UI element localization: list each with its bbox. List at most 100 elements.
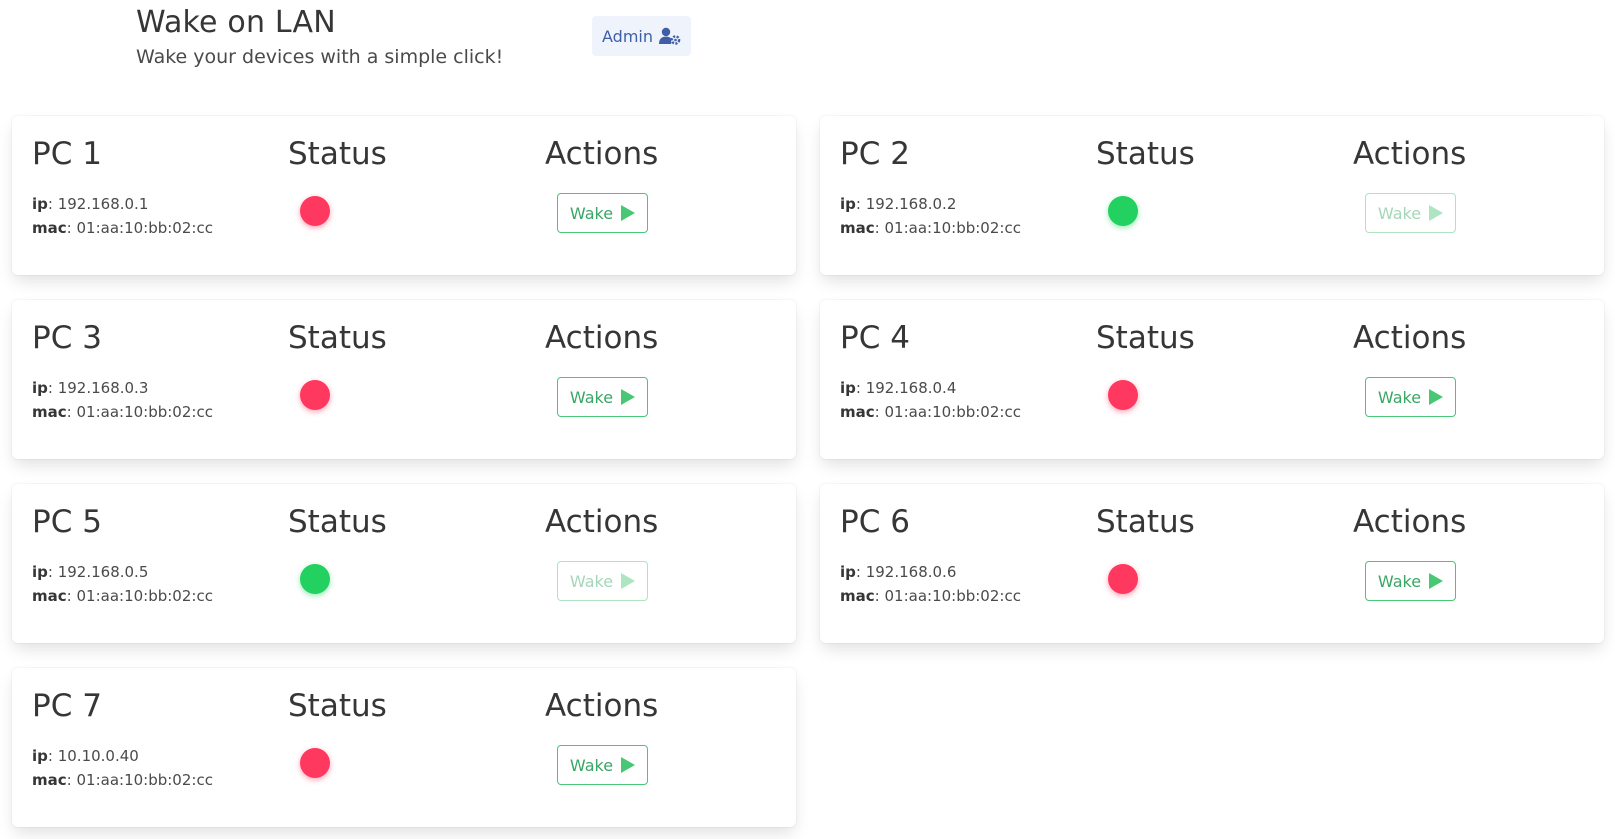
wake-button-label: Wake [569,203,614,223]
device-details: ip: 192.168.0.6 mac: 01:aa:10:bb:02:cc [840,560,1021,608]
ip-value: 192.168.0.2 [865,195,957,213]
wake-button[interactable]: Wake [1365,561,1456,601]
ip-key: ip [32,563,48,581]
status-heading: Status [288,320,387,356]
play-icon [621,389,636,405]
actions-heading: Actions [1353,320,1467,356]
device-details: ip: 192.168.0.2 mac: 01:aa:10:bb:02:cc [840,192,1021,240]
mac-value: 01:aa:10:bb:02:cc [884,219,1021,237]
actions-column: Actions Wake [1353,318,1466,417]
status-heading: Status [1096,136,1195,172]
status-indicator-offline [1108,380,1138,410]
wake-button-label: Wake [569,571,614,591]
wake-button[interactable]: Wake [557,377,648,417]
device-name: PC 5 [32,504,102,540]
device-ip: ip: 192.168.0.1 [32,195,149,213]
ip-value: 10.10.0.40 [57,747,139,765]
ip-value: 192.168.0.6 [865,563,957,581]
device-card-5: PC 5 ip: 192.168.0.5 mac: 01:aa:10:bb:02… [12,484,796,643]
wake-button: Wake [557,561,648,601]
play-icon [621,757,636,773]
wake-button-label: Wake [569,387,614,407]
device-details: ip: 10.10.0.40 mac: 01:aa:10:bb:02:cc [32,744,213,792]
device-ip: ip: 192.168.0.3 [32,379,149,397]
ip-value: 192.168.0.4 [865,379,957,397]
mac-key: mac [840,219,875,237]
status-heading: Status [1096,320,1195,356]
device-details: ip: 192.168.0.3 mac: 01:aa:10:bb:02:cc [32,376,213,424]
actions-column: Actions Wake [545,134,658,233]
mac-key: mac [32,219,67,237]
device-mac: mac: 01:aa:10:bb:02:cc [840,587,1021,605]
status-indicator-offline [300,196,330,226]
ip-value: 192.168.0.5 [57,563,149,581]
device-card-7: PC 7 ip: 10.10.0.40 mac: 01:aa:10:bb:02:… [12,668,796,827]
wake-button-label: Wake [1377,387,1422,407]
ip-key: ip [32,747,48,765]
device-card-2: PC 2 ip: 192.168.0.2 mac: 01:aa:10:bb:02… [820,116,1604,275]
admin-button[interactable]: Admin [592,16,691,56]
wake-button[interactable]: Wake [1365,377,1456,417]
status-indicator-offline [300,748,330,778]
mac-key: mac [840,587,875,605]
play-icon [621,573,636,589]
wake-button[interactable]: Wake [557,745,648,785]
status-heading: Status [288,504,387,540]
device-info-column: PC 2 ip: 192.168.0.2 mac: 01:aa:10:bb:02… [840,134,1021,240]
status-heading: Status [288,688,387,724]
actions-heading: Actions [545,504,659,540]
status-column: Status [288,686,387,778]
status-indicator-offline [300,380,330,410]
user-cog-icon [659,27,681,45]
page-subtitle: Wake your devices with a simple click! [136,46,504,68]
actions-column: Actions Wake [545,686,658,785]
mac-value: 01:aa:10:bb:02:cc [76,771,213,789]
actions-heading: Actions [1353,136,1467,172]
play-icon [1429,205,1444,221]
ip-value: 192.168.0.1 [57,195,149,213]
device-ip: ip: 192.168.0.4 [840,379,957,397]
page-header: Wake on LAN Wake your devices with a sim… [136,4,503,70]
play-icon [621,205,636,221]
device-card-6: PC 6 ip: 192.168.0.6 mac: 01:aa:10:bb:02… [820,484,1604,643]
actions-column: Actions Wake [1353,134,1466,233]
status-column: Status [288,318,387,410]
wake-button: Wake [1365,193,1456,233]
wake-button-label: Wake [1377,203,1422,223]
status-indicator-online [300,564,330,594]
mac-value: 01:aa:10:bb:02:cc [884,403,1021,421]
status-heading: Status [1096,504,1195,540]
device-name: PC 2 [840,136,910,172]
device-card-4: PC 4 ip: 192.168.0.4 mac: 01:aa:10:bb:02… [820,300,1604,459]
mac-key: mac [32,587,67,605]
device-details: ip: 192.168.0.1 mac: 01:aa:10:bb:02:cc [32,192,213,240]
device-ip: ip: 192.168.0.5 [32,563,149,581]
status-column: Status [1096,502,1195,594]
mac-key: mac [840,403,875,421]
status-heading: Status [288,136,387,172]
status-indicator-online [1108,196,1138,226]
status-indicator-offline [1108,564,1138,594]
device-info-column: PC 6 ip: 192.168.0.6 mac: 01:aa:10:bb:02… [840,502,1021,608]
wake-button-label: Wake [1377,571,1422,591]
device-name: PC 3 [32,320,102,356]
device-info-column: PC 3 ip: 192.168.0.3 mac: 01:aa:10:bb:02… [32,318,213,424]
device-name: PC 4 [840,320,910,356]
page-title: Wake on LAN [136,5,336,40]
mac-value: 01:aa:10:bb:02:cc [76,587,213,605]
device-mac: mac: 01:aa:10:bb:02:cc [32,219,213,237]
wake-button[interactable]: Wake [557,193,648,233]
device-info-column: PC 1 ip: 192.168.0.1 mac: 01:aa:10:bb:02… [32,134,213,240]
device-info-column: PC 4 ip: 192.168.0.4 mac: 01:aa:10:bb:02… [840,318,1021,424]
device-name: PC 1 [32,136,102,172]
admin-button-label: Admin [602,26,653,46]
play-icon [1429,389,1444,405]
status-column: Status [288,502,387,594]
actions-column: Actions Wake [545,318,658,417]
mac-value: 01:aa:10:bb:02:cc [76,403,213,421]
wake-button-label: Wake [569,755,614,775]
status-column: Status [288,134,387,226]
device-card-3: PC 3 ip: 192.168.0.3 mac: 01:aa:10:bb:02… [12,300,796,459]
ip-key: ip [840,379,856,397]
ip-value: 192.168.0.3 [57,379,149,397]
